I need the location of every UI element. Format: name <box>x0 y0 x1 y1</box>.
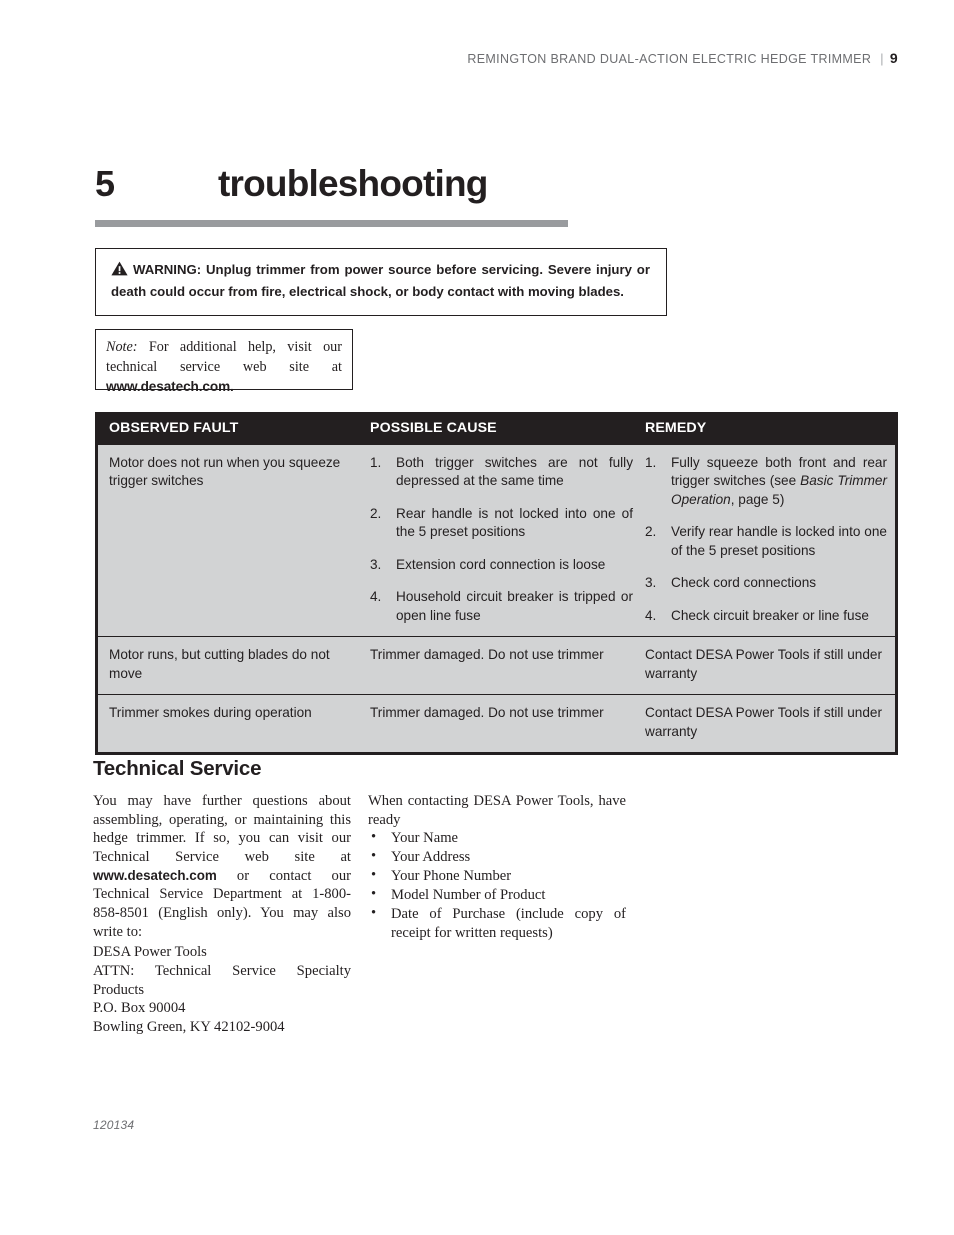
note-line-3: www.desatech.com. <box>106 377 342 397</box>
note-line-2: technical service web site at <box>106 359 342 376</box>
technical-service-heading: Technical Service <box>93 757 262 780</box>
column-header-remedy: REMEDY <box>645 420 707 436</box>
list-text: Rear handle is not locked into one of th… <box>396 505 633 540</box>
remedy-list: 1. Fully squeeze both front and rear trig… <box>645 454 887 625</box>
list-number: 2. <box>645 524 657 540</box>
list-text-pre: Verify rear handle is locked into one of… <box>671 524 887 558</box>
list-item: 1. Both trigger switches are not fully de… <box>370 454 633 491</box>
list-item: 1. Fully squeeze both front and rear trig… <box>645 454 887 509</box>
cell-observed-fault: Motor does not run when you squeeze trig… <box>109 455 341 489</box>
note-url-link[interactable]: www.desatech.com. <box>106 379 234 394</box>
technical-service-url[interactable]: www.desatech.com <box>93 868 217 883</box>
bullet-icon: • <box>371 848 377 865</box>
warning-box: WARNING: Unplug trimmer from power sourc… <box>95 248 667 316</box>
column-header-observed-fault: OBSERVED FAULT <box>109 420 239 436</box>
cell-remedy: Contact DESA Power Tools if still under … <box>645 705 882 739</box>
table-row: Motor runs, but cutting blades do not mo… <box>98 636 895 695</box>
list-item: 4. Check circuit breaker or line fuse <box>645 607 887 625</box>
chapter-title-row: 5 troubleshooting <box>95 163 655 211</box>
list-text-pre: Check cord connections <box>671 575 817 591</box>
list-text-post: , page 5) <box>730 491 785 507</box>
list-text: Both trigger switches are not fully depr… <box>396 455 633 489</box>
bullet-icon: • <box>371 867 377 884</box>
note-label: Note: <box>106 339 138 355</box>
list-text: Extension cord connection is loose <box>396 556 606 572</box>
have-ready-list: • Your Name • Your Address • Your Phone Num… <box>368 829 626 943</box>
note-box: Note: For additional help, visit our tec… <box>95 329 353 394</box>
list-number: 1. <box>370 455 382 470</box>
list-number: 4. <box>645 607 657 623</box>
list-number: 3. <box>645 575 657 591</box>
bullet-icon: • <box>371 829 377 846</box>
running-head-separator: | <box>880 52 884 66</box>
list-text: Your Phone Number <box>391 868 512 885</box>
cell-possible-cause: Trimmer damaged. Do not use trimmer <box>370 647 604 663</box>
list-item: • Model Number of Product <box>368 886 626 905</box>
have-ready-intro: When contacting DESA Power Tools, have r… <box>368 793 626 828</box>
list-item: 3. Extension cord connection is loose <box>370 556 633 574</box>
technical-service-right-column: When contacting DESA Power Tools, have r… <box>368 792 626 943</box>
troubleshooting-table: OBSERVED FAULT POSSIBLE CAUSE REMEDY Mot… <box>95 412 898 756</box>
address-line: P.O. Box 90004 <box>93 1000 186 1017</box>
cell-observed-fault: Motor runs, but cutting blades do not mo… <box>109 647 330 681</box>
list-item: • Date of Purchase (include copy of recei… <box>368 905 626 943</box>
cell-possible-cause: Trimmer damaged. Do not use trimmer <box>370 705 604 721</box>
warning-message: WARNING: Unplug trimmer from power sourc… <box>111 262 650 300</box>
warning-triangle-icon <box>111 261 128 282</box>
title-divider-rule <box>95 220 568 227</box>
technical-service-left-column: You may have further questions about ass… <box>93 792 351 1037</box>
bullet-icon: • <box>371 905 377 922</box>
list-item: 3. Check cord connections <box>645 574 887 592</box>
list-text: Your Name <box>391 830 459 847</box>
technical-service-paragraph: You may have further questions about ass… <box>93 792 351 941</box>
page-title: troubleshooting <box>218 163 488 204</box>
list-item: 2. Rear handle is not locked into one of … <box>370 505 633 542</box>
list-item: • Your Address <box>368 848 626 867</box>
list-text-pre: Check circuit breaker or line fuse <box>671 607 869 623</box>
list-text: Your Address <box>391 849 471 866</box>
table-row: Trimmer smokes during operation Trimmer … <box>98 694 895 753</box>
running-head: REMINGTON BRAND DUAL-ACTION ELECTRIC HED… <box>0 50 898 66</box>
paragraph-text-part-1: You may have further questions about ass… <box>93 793 351 866</box>
list-text: Date of Purchase (include copy of receip… <box>391 906 626 942</box>
list-number: 4. <box>370 589 382 605</box>
chapter-title-block: 5 troubleshooting <box>95 163 655 227</box>
mailing-address: DESA Power Tools ATTN: Technical Service… <box>93 943 351 1036</box>
table-header-row: OBSERVED FAULT POSSIBLE CAUSE REMEDY <box>98 412 895 444</box>
possible-cause-list: 1. Both trigger switches are not fully de… <box>370 454 633 625</box>
chapter-number: 5 <box>95 163 115 204</box>
table-row: Motor does not run when you squeeze trig… <box>98 444 895 637</box>
address-line: Bowling Green, KY 42102-9004 <box>93 1019 285 1036</box>
cell-remedy: 1. Fully squeeze both front and rear trig… <box>645 445 895 636</box>
warning-text-wrapper: WARNING: Unplug trimmer from power sourc… <box>111 260 650 302</box>
list-item: • Your Phone Number <box>368 867 626 886</box>
address-line: DESA Power Tools <box>93 944 207 961</box>
list-item: • Your Name <box>368 829 626 848</box>
list-number: 2. <box>370 505 382 521</box>
cell-possible-cause: 1. Both trigger switches are not fully de… <box>370 445 645 636</box>
list-item: 2. Verify rear handle is locked into one … <box>645 523 887 560</box>
note-line-1: Note: For additional help, visit our <box>106 337 342 357</box>
running-head-title: REMINGTON BRAND DUAL-ACTION ELECTRIC HED… <box>467 52 872 66</box>
list-item: 4. Household circuit breaker is tripped o… <box>370 588 633 625</box>
list-text: Household circuit breaker is tripped or … <box>396 589 633 623</box>
footer-document-code: 120134 <box>93 1118 135 1132</box>
list-number: 3. <box>370 556 382 572</box>
cell-observed-fault: Trimmer smokes during operation <box>109 705 312 721</box>
note-text-1: For additional help, visit our <box>148 339 342 355</box>
column-header-possible-cause: POSSIBLE CAUSE <box>370 420 497 436</box>
page-number: 9 <box>889 50 898 66</box>
list-text: Model Number of Product <box>391 887 546 904</box>
cell-remedy: Contact DESA Power Tools if still under … <box>645 647 882 681</box>
bullet-icon: • <box>371 886 377 903</box>
address-line: ATTN: Technical Service Specialty Produc… <box>93 963 351 998</box>
list-number: 1. <box>645 455 657 470</box>
